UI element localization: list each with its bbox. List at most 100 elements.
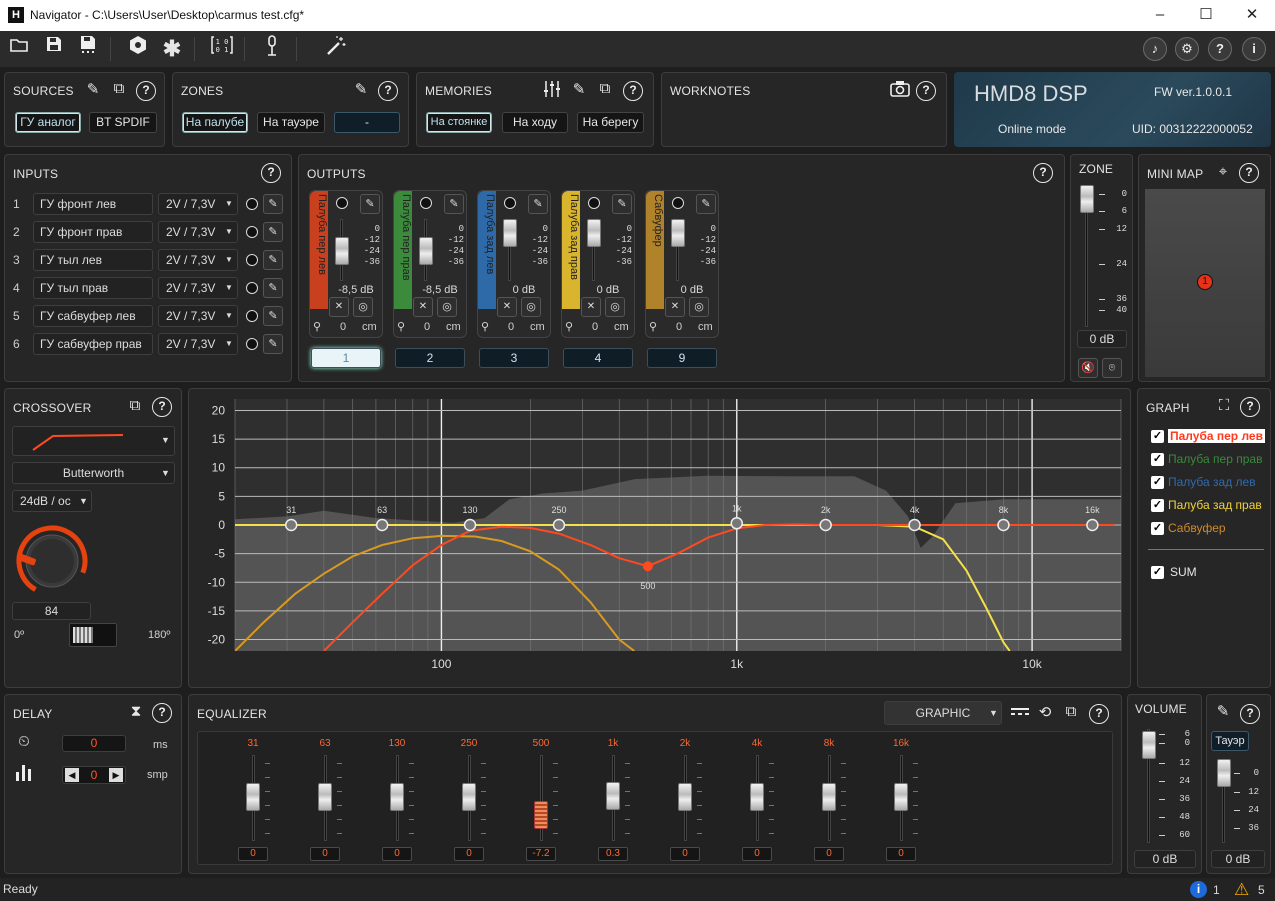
maximize-button[interactable]: ☐ bbox=[1183, 0, 1229, 31]
mute-speaker-icon[interactable]: ✕ bbox=[413, 297, 433, 317]
mixer-sliders-icon[interactable] bbox=[542, 80, 562, 102]
save-as-icon[interactable] bbox=[74, 35, 102, 63]
microphone-icon[interactable] bbox=[258, 35, 286, 63]
input-name-field[interactable]: ГУ тыл лев bbox=[33, 249, 153, 271]
memory-button-3[interactable]: На берегу bbox=[577, 112, 644, 133]
binary-matrix-icon[interactable]: 1 00 1 bbox=[208, 35, 236, 63]
output-fader-knob[interactable] bbox=[503, 219, 517, 247]
sum-checkbox[interactable]: ✓ bbox=[1151, 566, 1164, 579]
output-fader-knob[interactable] bbox=[587, 219, 601, 247]
edit-pen-icon[interactable]: ✎ bbox=[263, 194, 283, 214]
eq-band-gain-value[interactable]: 0 bbox=[814, 847, 844, 861]
music-note-icon[interactable]: ♪ bbox=[1143, 37, 1167, 61]
crosshair-target-icon[interactable]: ⌖ bbox=[1213, 163, 1233, 180]
increment-arrow-icon[interactable]: ▶ bbox=[109, 768, 123, 782]
output-channel-button[interactable]: 9 bbox=[647, 348, 717, 368]
output-distance-value[interactable]: 0 bbox=[424, 321, 430, 333]
tower-value[interactable]: 0 dB bbox=[1211, 850, 1265, 868]
output-channel-button[interactable]: 1 bbox=[311, 348, 381, 368]
reset-asterisk-icon[interactable]: ✱ bbox=[158, 35, 186, 63]
series-visibility-checkbox[interactable]: ✓ bbox=[1151, 453, 1164, 466]
output-channel-button[interactable]: 3 bbox=[479, 348, 549, 368]
zone-button-1[interactable]: На палубе bbox=[182, 112, 248, 133]
ear-listen-icon[interactable]: ◎ bbox=[353, 297, 373, 317]
delay-samples-stepper[interactable]: ◀ 0 ▶ bbox=[62, 766, 126, 784]
edit-pen-icon[interactable]: ✎ bbox=[444, 194, 464, 214]
zone-level-value[interactable]: 0 dB bbox=[1077, 330, 1127, 348]
device-connect-icon[interactable] bbox=[124, 35, 152, 63]
memory-button-2[interactable]: На ходу bbox=[502, 112, 568, 133]
series-visibility-checkbox[interactable]: ✓ bbox=[1151, 499, 1164, 512]
phase-switch-handle[interactable] bbox=[73, 627, 93, 643]
mute-speaker-icon[interactable]: ✕ bbox=[581, 297, 601, 317]
minimap-help-icon[interactable]: ? bbox=[1239, 163, 1259, 183]
eq-band-gain-value[interactable]: -7.2 bbox=[526, 847, 556, 861]
edit-pen-icon[interactable]: ✎ bbox=[83, 80, 103, 98]
eq-band-fader-knob[interactable] bbox=[318, 783, 332, 811]
input-name-field[interactable]: ГУ сабвуфер лев bbox=[33, 305, 153, 327]
copy-icon[interactable]: ⧉ bbox=[125, 397, 145, 414]
search-zoom-icon[interactable]: ⚲ bbox=[565, 320, 573, 333]
memory-button-1[interactable]: На стоянке bbox=[426, 112, 492, 133]
edit-pen-icon[interactable]: ✎ bbox=[1213, 702, 1233, 720]
frequency-knob[interactable] bbox=[10, 521, 94, 597]
zone-fader-knob[interactable] bbox=[1080, 185, 1094, 213]
input-level-dropdown[interactable]: 2V / 7,3V ▼ bbox=[158, 277, 238, 299]
graph-help-icon[interactable]: ? bbox=[1240, 397, 1260, 417]
equalizer-help-icon[interactable]: ? bbox=[1089, 704, 1109, 724]
output-gain-value[interactable]: -8,5 dB bbox=[330, 284, 382, 296]
input-level-dropdown[interactable]: 2V / 7,3V ▼ bbox=[158, 249, 238, 271]
filter-type-dropdown[interactable]: Butterworth ▼ bbox=[12, 462, 175, 484]
help-icon[interactable]: ? bbox=[1208, 37, 1232, 61]
source-button-2[interactable]: BT SPDIF bbox=[89, 112, 157, 133]
delay-samples-value[interactable]: 0 bbox=[81, 768, 107, 782]
output-fader-knob[interactable] bbox=[671, 219, 685, 247]
output-fader-knob[interactable] bbox=[335, 237, 349, 265]
inputs-help-icon[interactable]: ? bbox=[261, 163, 281, 183]
edit-pen-icon[interactable]: ✎ bbox=[263, 306, 283, 326]
eq-band-fader-knob[interactable] bbox=[750, 783, 764, 811]
eq-band-fader-knob[interactable] bbox=[390, 783, 404, 811]
bypass-lines-icon[interactable] bbox=[1009, 703, 1031, 723]
reset-rotate-icon[interactable]: ⟲ bbox=[1035, 703, 1055, 721]
outputs-help-icon[interactable]: ? bbox=[1033, 163, 1053, 183]
delay-calculator-icon[interactable]: ⧗ bbox=[125, 703, 147, 720]
output-distance-value[interactable]: 0 bbox=[676, 321, 682, 333]
slope-dropdown[interactable]: 24dB / oc ▼ bbox=[12, 490, 92, 512]
listener-position-marker[interactable]: 1 bbox=[1197, 274, 1213, 290]
delay-ms-value[interactable]: 0 bbox=[62, 735, 126, 752]
input-level-dropdown[interactable]: 2V / 7,3V ▼ bbox=[158, 305, 238, 327]
sources-help-icon[interactable]: ? bbox=[136, 81, 156, 101]
output-fader-knob[interactable] bbox=[419, 237, 433, 265]
legend-series-label[interactable]: Палуба пер лев bbox=[1168, 429, 1265, 443]
output-gain-value[interactable]: -8,5 dB bbox=[414, 284, 466, 296]
eq-band-gain-value[interactable]: 0 bbox=[310, 847, 340, 861]
mute-speaker-icon[interactable]: ✕ bbox=[329, 297, 349, 317]
eq-band-gain-value[interactable]: 0 bbox=[238, 847, 268, 861]
eq-band-gain-value[interactable]: 0 bbox=[454, 847, 484, 861]
eq-band-fader-knob[interactable] bbox=[678, 783, 692, 811]
magic-wand-icon[interactable] bbox=[322, 35, 350, 63]
edit-pen-icon[interactable]: ✎ bbox=[528, 194, 548, 214]
warning-triangle-icon[interactable]: ⚠ bbox=[1234, 880, 1249, 900]
output-distance-value[interactable]: 0 bbox=[592, 321, 598, 333]
source-button-1[interactable]: ГУ аналог bbox=[15, 112, 81, 133]
settings-gear-icon[interactable]: ⚙ bbox=[1175, 37, 1199, 61]
input-level-dropdown[interactable]: 2V / 7,3V ▼ bbox=[158, 193, 238, 215]
frequency-response-chart[interactable]: 20 15 10 5 0 -5 -10 -15 -20 100 1k 10k 31 63 130 250 500… bbox=[189, 389, 1132, 689]
save-icon[interactable] bbox=[40, 35, 68, 63]
edit-pen-icon[interactable]: ✎ bbox=[263, 278, 283, 298]
eq-band-fader-knob[interactable] bbox=[462, 783, 476, 811]
series-visibility-checkbox[interactable]: ✓ bbox=[1151, 522, 1164, 535]
ear-listen-icon[interactable]: ⌾ bbox=[1102, 358, 1122, 378]
mute-speaker-icon[interactable]: ✕ bbox=[497, 297, 517, 317]
input-name-field[interactable]: ГУ сабвуфер прав bbox=[33, 333, 153, 355]
tower-help-icon[interactable]: ? bbox=[1240, 704, 1260, 724]
copy-icon[interactable]: ⧉ bbox=[595, 80, 615, 97]
legend-series-label[interactable]: Палуба зад лев bbox=[1168, 475, 1256, 489]
crossover-help-icon[interactable]: ? bbox=[152, 397, 172, 417]
volume-fader-knob[interactable] bbox=[1142, 731, 1156, 759]
memories-help-icon[interactable]: ? bbox=[623, 81, 643, 101]
minimap-area[interactable]: 1 bbox=[1145, 189, 1265, 377]
zones-help-icon[interactable]: ? bbox=[378, 81, 398, 101]
